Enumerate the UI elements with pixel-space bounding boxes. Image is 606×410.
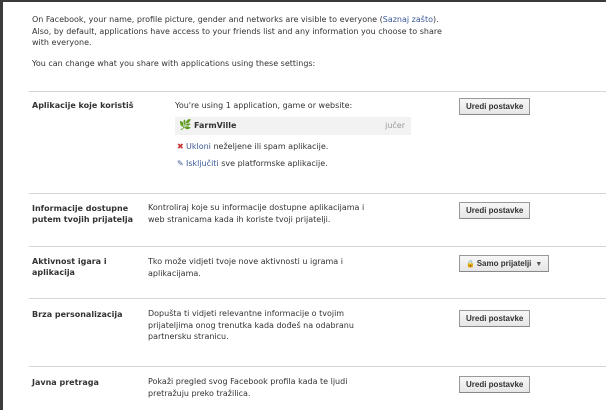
remove-apps-row: ✖ Ukloni neželjene ili spam aplikacije. bbox=[177, 142, 328, 151]
personalization-desc-line3: partnersku stranicu. bbox=[148, 332, 229, 341]
section-divider bbox=[29, 246, 606, 247]
personalization-label: Brza personalizacija bbox=[32, 310, 123, 319]
settings-panel: On Facebook, your name, profile picture,… bbox=[3, 2, 606, 410]
learn-more-link[interactable]: Saznaj zašto bbox=[383, 15, 433, 24]
game-activity-label-line1: Aktivnost igara i bbox=[32, 257, 107, 266]
apps-edit-button[interactable]: Uredi postavke bbox=[459, 98, 531, 115]
friends-info-label-line2: putem tvojih prijatelja bbox=[32, 215, 133, 224]
public-search-edit-button[interactable]: Uredi postavke bbox=[459, 376, 531, 393]
friends-info-edit-button[interactable]: Uredi postavke bbox=[459, 202, 531, 219]
privacy-value: Samo prijatelji bbox=[476, 259, 532, 268]
public-search-desc: Pokaži pregled svog Facebook profila kad… bbox=[148, 376, 347, 399]
friends-info-label-line1: Informacije dostupne bbox=[32, 204, 129, 213]
friends-info-desc-line2: web stranicama kada ih koriste tvoji pri… bbox=[148, 214, 331, 224]
personalization-desc-line1: Dopušta ti vidjeti relevantne informacij… bbox=[148, 309, 345, 318]
section-divider bbox=[29, 298, 606, 299]
intro-change-text: You can change what you share with appli… bbox=[32, 59, 316, 68]
game-activity-label: Aktivnost igara i aplikacija bbox=[32, 256, 107, 278]
section-divider bbox=[29, 366, 606, 367]
remove-apps-link[interactable]: Ukloni bbox=[186, 142, 211, 151]
remove-apps-text: neželjene ili spam aplikacije. bbox=[210, 142, 329, 151]
personalization-edit-button[interactable]: Uredi postavke bbox=[459, 310, 531, 327]
apps-desc: You're using 1 application, game or webs… bbox=[175, 101, 353, 110]
public-search-desc-line2: pretražuju preko tražilica. bbox=[148, 388, 251, 398]
disable-platform-text: sve platformske aplikacije. bbox=[218, 159, 328, 168]
game-activity-privacy-dropdown[interactable]: 🔒 Samo prijatelji ▼ bbox=[459, 255, 550, 272]
public-search-desc-line1: Pokaži pregled svog Facebook profila kad… bbox=[148, 377, 348, 386]
personalization-desc: Dopušta ti vidjeti relevantne informacij… bbox=[148, 308, 354, 343]
intro-text: On Facebook, your name, profile picture,… bbox=[32, 14, 452, 49]
disable-platform-link[interactable]: Isključiti bbox=[186, 159, 219, 168]
friends-info-desc-line1: Kontroliraj koje su informacije dostupne… bbox=[148, 203, 365, 212]
farmville-icon: 🌿 bbox=[179, 120, 192, 131]
remove-icon: ✖ bbox=[177, 142, 184, 151]
app-list-item[interactable]: 🌿 FarmVille jučer bbox=[175, 117, 411, 135]
chevron-down-icon: ▼ bbox=[535, 261, 543, 268]
game-activity-desc-line2: aplikacijama. bbox=[148, 268, 201, 278]
app-last-used: jučer bbox=[385, 121, 405, 130]
game-activity-label-line2: aplikacija bbox=[32, 268, 75, 277]
lock-icon: 🔒 bbox=[466, 261, 475, 268]
pencil-icon: ✎ bbox=[177, 159, 184, 168]
section-divider bbox=[29, 91, 606, 92]
section-divider bbox=[29, 193, 606, 194]
friends-info-desc: Kontroliraj koje su informacije dostupne… bbox=[148, 202, 364, 225]
app-name[interactable]: FarmVille bbox=[194, 121, 236, 130]
friends-info-label: Informacije dostupne putem tvojih prijat… bbox=[32, 203, 133, 225]
game-activity-desc: Tko može vidjeti tvoje nove aktivnosti u… bbox=[148, 256, 343, 279]
public-search-label: Javna pretraga bbox=[32, 378, 99, 387]
intro-text-part1: On Facebook, your name, profile picture,… bbox=[32, 15, 383, 24]
personalization-desc-line2: prijateljima onog trenutka kada dođeš na… bbox=[148, 320, 354, 330]
apps-label: Aplikacije koje koristiš bbox=[32, 101, 134, 110]
game-activity-desc-line1: Tko može vidjeti tvoje nove aktivnosti u… bbox=[148, 257, 343, 266]
disable-platform-row: ✎ Isključiti sve platformske aplikacije. bbox=[177, 159, 328, 168]
